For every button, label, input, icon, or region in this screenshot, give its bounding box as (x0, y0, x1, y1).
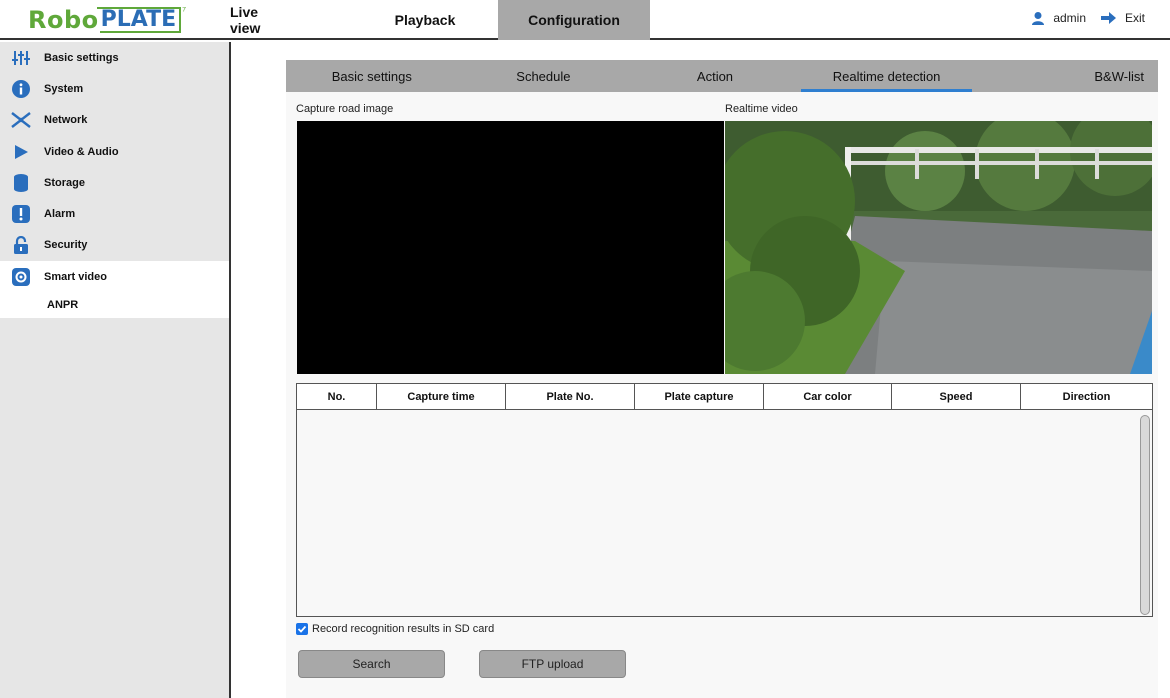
realtime-video-label: Realtime video (725, 103, 798, 115)
sidebar-item-alarm[interactable]: Alarm (0, 198, 229, 229)
checkmark-icon (297, 625, 307, 633)
sidebar-item-basic-settings[interactable]: Basic settings (0, 42, 229, 73)
user-menu[interactable]: admin (1031, 11, 1086, 25)
gear-icon (11, 267, 31, 287)
column-header-plate-capture: Plate capture (635, 384, 764, 409)
network-icon (11, 110, 31, 130)
ftp-upload-button[interactable]: FTP upload (479, 650, 626, 678)
storage-icon (11, 173, 31, 193)
tab-realtime-detection[interactable]: Realtime detection (800, 60, 973, 92)
column-header-no: No. (297, 384, 377, 409)
logo-plate-text: PLATE (96, 7, 182, 33)
column-header-car-color: Car color (764, 384, 892, 409)
realtime-video (725, 121, 1152, 374)
exit-button[interactable]: Exit (1100, 11, 1145, 25)
record-sd-label: Record recognition results in SD card (312, 623, 495, 635)
sidebar-item-system[interactable]: System (0, 73, 229, 104)
capture-road-image-label: Capture road image (296, 103, 394, 115)
sidebar-item-anpr[interactable]: ANPR (0, 292, 229, 319)
recognition-results-table: No. Capture time Plate No. Plate capture… (296, 383, 1153, 617)
main-content: Basic settings Schedule Action Realtime … (286, 60, 1158, 698)
tab-bar: Basic settings Schedule Action Realtime … (286, 60, 1158, 92)
info-icon (11, 79, 31, 99)
capture-road-image (297, 121, 724, 374)
sidebar: Basic settings System Network Video & Au… (0, 42, 231, 698)
alarm-icon (11, 204, 31, 224)
top-bar: Robo PLATE ⁷ Live view Playback Configur… (0, 0, 1170, 40)
tab-basic-settings[interactable]: Basic settings (286, 60, 458, 92)
search-button[interactable]: Search (298, 650, 445, 678)
sidebar-item-label: Storage (44, 176, 85, 189)
column-header-plate-no: Plate No. (506, 384, 635, 409)
sidebar-item-video-audio[interactable]: Video & Audio (0, 136, 229, 167)
sidebar-item-network[interactable]: Network (0, 105, 229, 136)
logo-robo-text: Robo (28, 6, 99, 34)
table-scrollbar[interactable] (1140, 415, 1150, 615)
column-header-direction: Direction (1062, 390, 1111, 403)
sidebar-item-label: Network (44, 114, 88, 127)
table-header: No. Capture time Plate No. Plate capture… (297, 384, 1152, 410)
tab-bw-list[interactable]: B&W-list (972, 60, 1158, 92)
sidebar-item-storage[interactable]: Storage (0, 167, 229, 198)
record-sd-checkbox-row[interactable]: Record recognition results in SD card (296, 623, 494, 635)
sliders-icon (11, 48, 31, 68)
camera-scene (725, 121, 1152, 374)
sidebar-item-label: Video & Audio (44, 145, 119, 158)
sidebar-item-label: Security (44, 239, 88, 252)
sidebar-item-label: Basic settings (44, 51, 119, 64)
logo-mark: ⁷ (182, 5, 187, 17)
column-header-speed: Speed (892, 384, 1021, 409)
record-sd-checkbox[interactable] (296, 623, 308, 635)
robo-plate-logo: Robo PLATE ⁷ (28, 5, 187, 34)
sidebar-item-security[interactable]: Security (0, 230, 229, 261)
nav-configuration[interactable]: Configuration (498, 0, 650, 40)
sidebar-item-label: Smart video (44, 270, 107, 283)
user-name: admin (1053, 11, 1086, 25)
tab-schedule[interactable]: Schedule (458, 60, 630, 92)
sidebar-item-label: System (44, 82, 84, 95)
play-icon (11, 142, 31, 162)
lock-icon (11, 235, 31, 255)
exit-arrow-icon (1100, 12, 1116, 24)
sidebar-item-label: Alarm (44, 208, 76, 221)
column-header-capture-time: Capture time (377, 384, 506, 409)
tab-action[interactable]: Action (629, 60, 801, 92)
nav-live-view[interactable]: Live view (230, 0, 290, 40)
user-icon (1032, 12, 1045, 25)
exit-label: Exit (1124, 11, 1145, 25)
sidebar-item-smart-video[interactable]: Smart video (0, 261, 229, 293)
nav-playback[interactable]: Playback (380, 0, 470, 40)
